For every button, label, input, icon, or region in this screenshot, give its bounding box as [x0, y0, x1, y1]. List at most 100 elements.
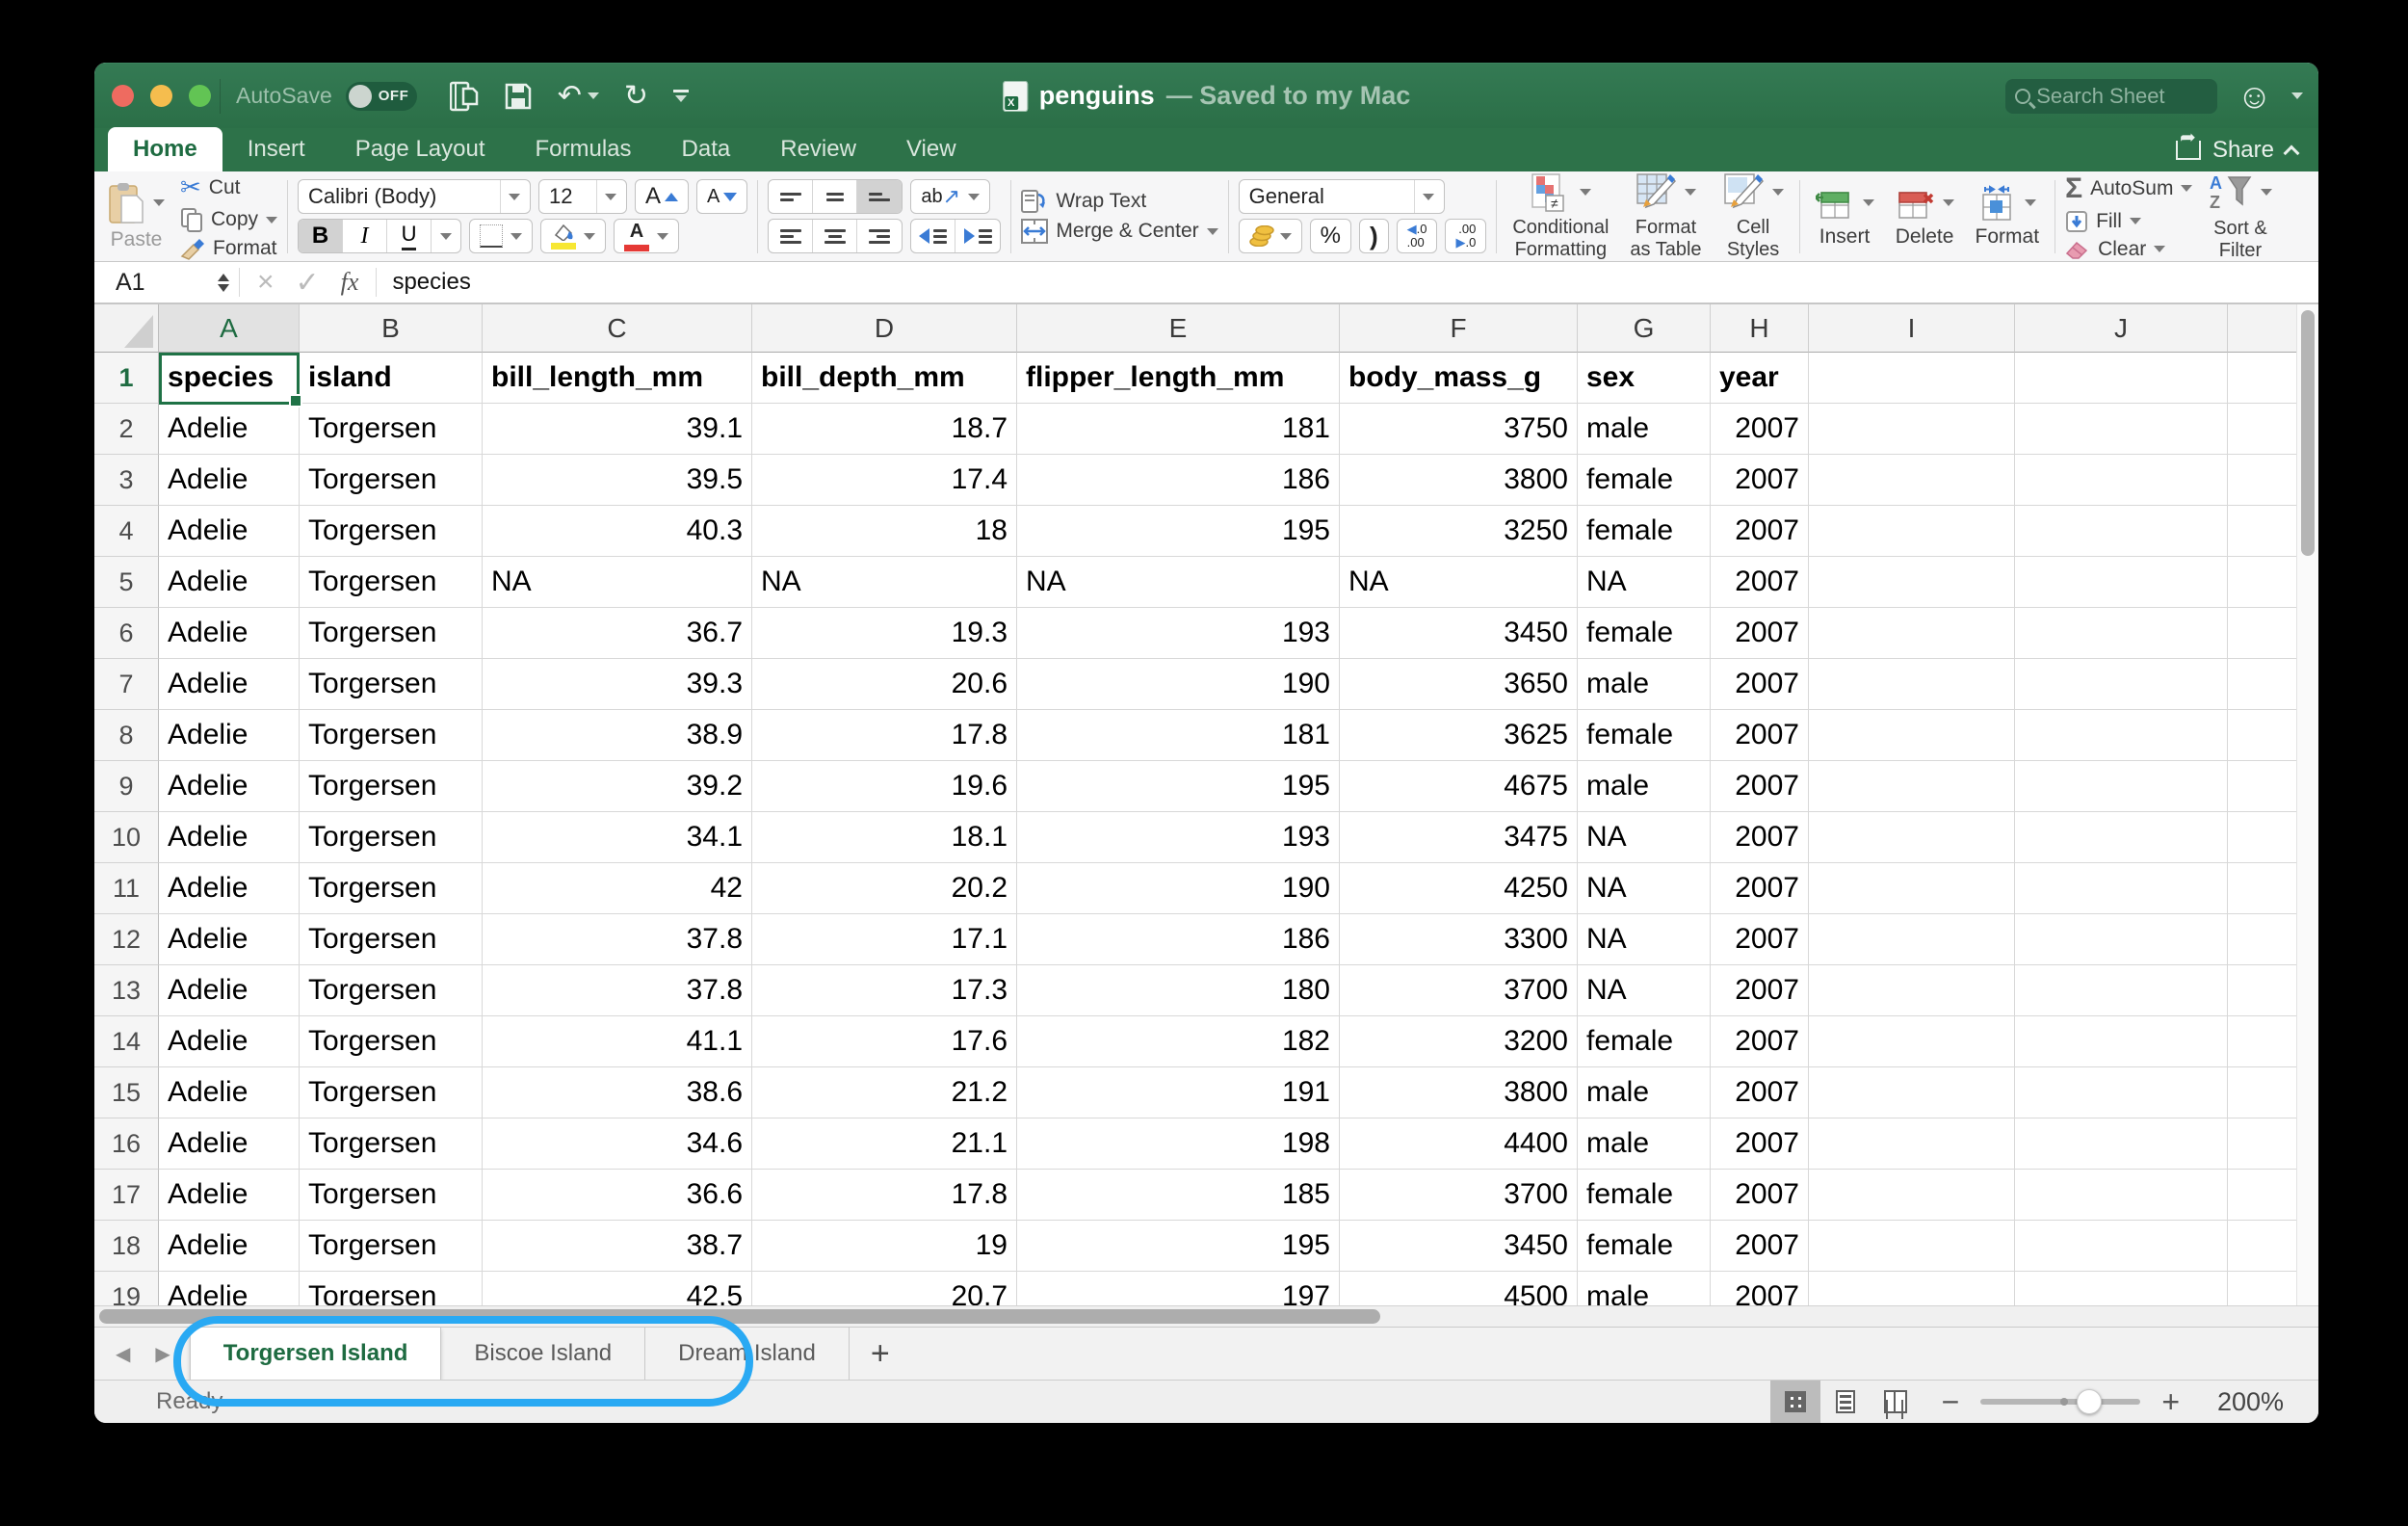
cell[interactable] [1809, 353, 2015, 404]
vertical-scrollbar-thumb[interactable] [2301, 310, 2315, 556]
cell[interactable]: Adelie [159, 710, 300, 761]
number-format-combo[interactable]: General [1238, 179, 1445, 214]
cell[interactable] [1809, 659, 2015, 710]
cell[interactable] [2015, 1170, 2228, 1221]
cell[interactable] [1809, 608, 2015, 659]
font-name-combo[interactable]: Calibri (Body) [298, 179, 532, 214]
copy-button[interactable]: Copy [180, 207, 278, 232]
horizontal-scrollbar[interactable] [94, 1305, 2318, 1328]
cell[interactable]: 38.7 [483, 1221, 752, 1272]
paste-button[interactable]: Paste [102, 182, 170, 251]
cell[interactable]: Torgersen [300, 1118, 483, 1170]
cell[interactable]: 38.9 [483, 710, 752, 761]
cell[interactable]: Torgersen [300, 404, 483, 455]
autosum-caret[interactable] [2181, 185, 2193, 192]
cell[interactable]: Adelie [159, 1016, 300, 1067]
cell[interactable]: 2007 [1711, 1170, 1809, 1221]
sort-filter-caret[interactable] [2261, 189, 2273, 196]
cell[interactable]: 39.2 [483, 761, 752, 812]
cell[interactable]: 2007 [1711, 863, 1809, 914]
merge-center-button[interactable]: Merge & Center [1021, 219, 1218, 244]
row-header-16[interactable]: 16 [94, 1118, 159, 1170]
cell[interactable]: 3700 [1340, 1170, 1578, 1221]
horizontal-scrollbar-thumb[interactable] [99, 1309, 1380, 1324]
cell[interactable]: Adelie [159, 1170, 300, 1221]
cell[interactable] [2015, 1016, 2228, 1067]
cell[interactable] [2228, 404, 2296, 455]
accounting-format-button[interactable] [1238, 219, 1302, 253]
cell[interactable] [2228, 710, 2296, 761]
page-layout-view-button[interactable] [1820, 1381, 1871, 1423]
cell[interactable]: 2007 [1711, 1272, 1809, 1305]
cell[interactable]: 195 [1017, 1221, 1340, 1272]
cell[interactable] [1809, 506, 2015, 557]
redo-icon[interactable]: ↻ [624, 81, 648, 111]
cell[interactable] [2015, 353, 2228, 404]
cell[interactable]: 18.1 [752, 812, 1017, 863]
cut-button[interactable]: ✂ Cut [180, 172, 277, 202]
share-button[interactable]: Share [2175, 125, 2300, 164]
cell[interactable]: 3450 [1340, 1221, 1578, 1272]
cell[interactable]: 3300 [1340, 914, 1578, 965]
cell[interactable]: Adelie [159, 761, 300, 812]
cell[interactable]: bill_depth_mm [752, 353, 1017, 404]
ribbon-tab-home[interactable]: Home [108, 127, 222, 171]
cell[interactable]: Adelie [159, 1272, 300, 1305]
cell[interactable]: Torgersen [300, 1272, 483, 1305]
cell[interactable]: female [1578, 455, 1711, 506]
cell[interactable]: 39.5 [483, 455, 752, 506]
ribbon-tab-data[interactable]: Data [657, 127, 756, 171]
cell[interactable] [1809, 557, 2015, 608]
cell[interactable] [2228, 1272, 2296, 1305]
cell[interactable] [2015, 1272, 2228, 1305]
row-header-18[interactable]: 18 [94, 1221, 159, 1272]
cell[interactable]: 21.2 [752, 1067, 1017, 1118]
cell[interactable]: Adelie [159, 1067, 300, 1118]
cell[interactable]: Torgersen [300, 965, 483, 1016]
format-cells-caret[interactable] [2025, 199, 2037, 206]
row-header-15[interactable]: 15 [94, 1067, 159, 1118]
orientation-combo[interactable]: ab ↗ [910, 179, 991, 214]
cell[interactable]: 3200 [1340, 1016, 1578, 1067]
cell[interactable]: 2007 [1711, 1016, 1809, 1067]
minimize-window-button[interactable] [150, 85, 172, 107]
cell[interactable] [2228, 914, 2296, 965]
cell[interactable]: 19.6 [752, 761, 1017, 812]
comma-style-button[interactable]: ) [1358, 219, 1389, 253]
cell[interactable] [2228, 1067, 2296, 1118]
new-workbook-icon[interactable] [449, 81, 479, 112]
zoom-out-button[interactable]: − [1942, 1386, 1960, 1417]
page-break-view-button[interactable] [1871, 1381, 1921, 1423]
cell[interactable]: 34.6 [483, 1118, 752, 1170]
cell[interactable] [1809, 710, 2015, 761]
cell[interactable]: 186 [1017, 455, 1340, 506]
cell[interactable]: Adelie [159, 863, 300, 914]
cell[interactable] [2228, 353, 2296, 404]
cell[interactable]: Adelie [159, 608, 300, 659]
sheet-tab-torgersen-island[interactable]: Torgersen Island [189, 1328, 442, 1380]
cell[interactable]: 42 [483, 863, 752, 914]
cell[interactable]: 19.3 [752, 608, 1017, 659]
cell[interactable]: 4250 [1340, 863, 1578, 914]
cell[interactable]: NA [1578, 914, 1711, 965]
cell[interactable]: 193 [1017, 608, 1340, 659]
row-header-10[interactable]: 10 [94, 812, 159, 863]
cell[interactable]: 3700 [1340, 965, 1578, 1016]
sheet-tab-dream-island[interactable]: Dream Island [645, 1328, 850, 1380]
cell[interactable]: 17.4 [752, 455, 1017, 506]
cell[interactable]: female [1578, 1016, 1711, 1067]
row-header-14[interactable]: 14 [94, 1016, 159, 1067]
column-header-J[interactable]: J [2015, 304, 2228, 353]
delete-cells-caret[interactable] [1942, 199, 1954, 206]
cell[interactable]: 17.8 [752, 1170, 1017, 1221]
cell[interactable]: 180 [1017, 965, 1340, 1016]
cell[interactable]: body_mass_g [1340, 353, 1578, 404]
cell[interactable]: 20.7 [752, 1272, 1017, 1305]
cell[interactable]: 186 [1017, 914, 1340, 965]
increase-decimal-button[interactable]: .00 ▶.0 [1445, 219, 1487, 253]
cell[interactable]: 2007 [1711, 404, 1809, 455]
italic-button[interactable]: I [343, 220, 388, 252]
cell[interactable] [2015, 761, 2228, 812]
zoom-slider-knob[interactable] [2076, 1389, 2102, 1414]
cell[interactable]: 17.1 [752, 914, 1017, 965]
